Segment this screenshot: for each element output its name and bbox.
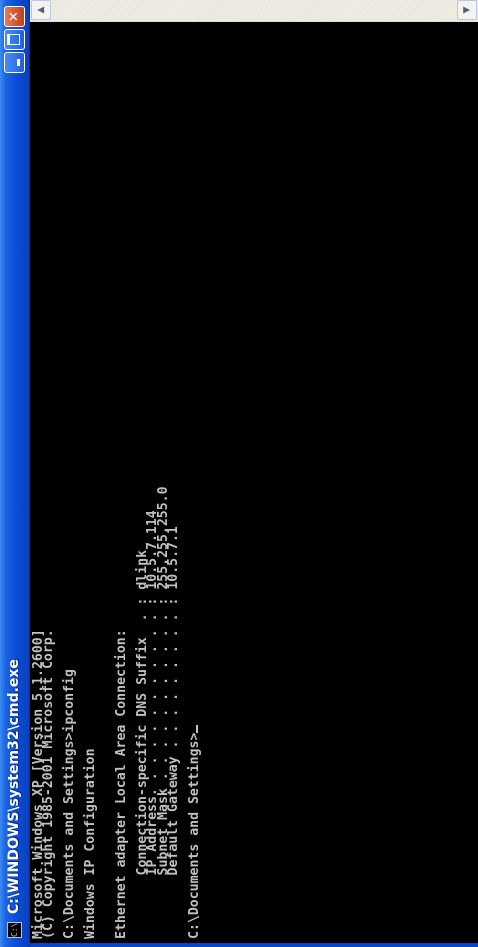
console-line: Ethernet adapter Local Area Connection:: [114, 629, 130, 939]
maximize-button[interactable]: [4, 29, 25, 50]
minimize-button[interactable]: [4, 52, 25, 73]
window-frame: [30, 943, 478, 947]
console-line: C:\Documents and Settings>: [187, 732, 203, 939]
arrow-up-icon: ▲: [36, 6, 46, 14]
scroll-up-button[interactable]: ▲: [31, 0, 51, 20]
console-output[interactable]: Microsoft Windows XP [Version 5.1.2600] …: [30, 22, 478, 943]
minimize-icon: [17, 59, 20, 66]
vertical-scrollbar[interactable]: ▲ ▼: [30, 0, 478, 22]
close-button[interactable]: ✕: [4, 6, 25, 27]
console-text: Microsoft Windows XP [Version 5.1.2600] …: [31, 22, 203, 939]
maximize-icon: [6, 34, 20, 45]
text-cursor: [196, 724, 199, 733]
console-line: C:\Documents and Settings>ipconfig: [62, 669, 78, 939]
console-app-icon[interactable]: C:\: [7, 922, 22, 938]
close-icon: ✕: [7, 11, 22, 22]
console-line: (C) Copyright 1985-2001 Microsoft Corp.: [41, 629, 57, 939]
console-line: Default Gateway . . . . . . . . . : 10.5…: [166, 526, 182, 939]
console-line: Windows IP Configuration: [83, 748, 99, 939]
window-title: C:\WINDOWS\system32\cmd.exe: [6, 659, 22, 914]
scroll-down-button[interactable]: ▼: [457, 0, 477, 20]
cmd-window: C:\ C:\WINDOWS\system32\cmd.exe ✕ Micros…: [0, 0, 478, 947]
title-bar[interactable]: C:\ C:\WINDOWS\system32\cmd.exe ✕: [0, 0, 30, 947]
arrow-down-icon: ▼: [462, 6, 472, 14]
